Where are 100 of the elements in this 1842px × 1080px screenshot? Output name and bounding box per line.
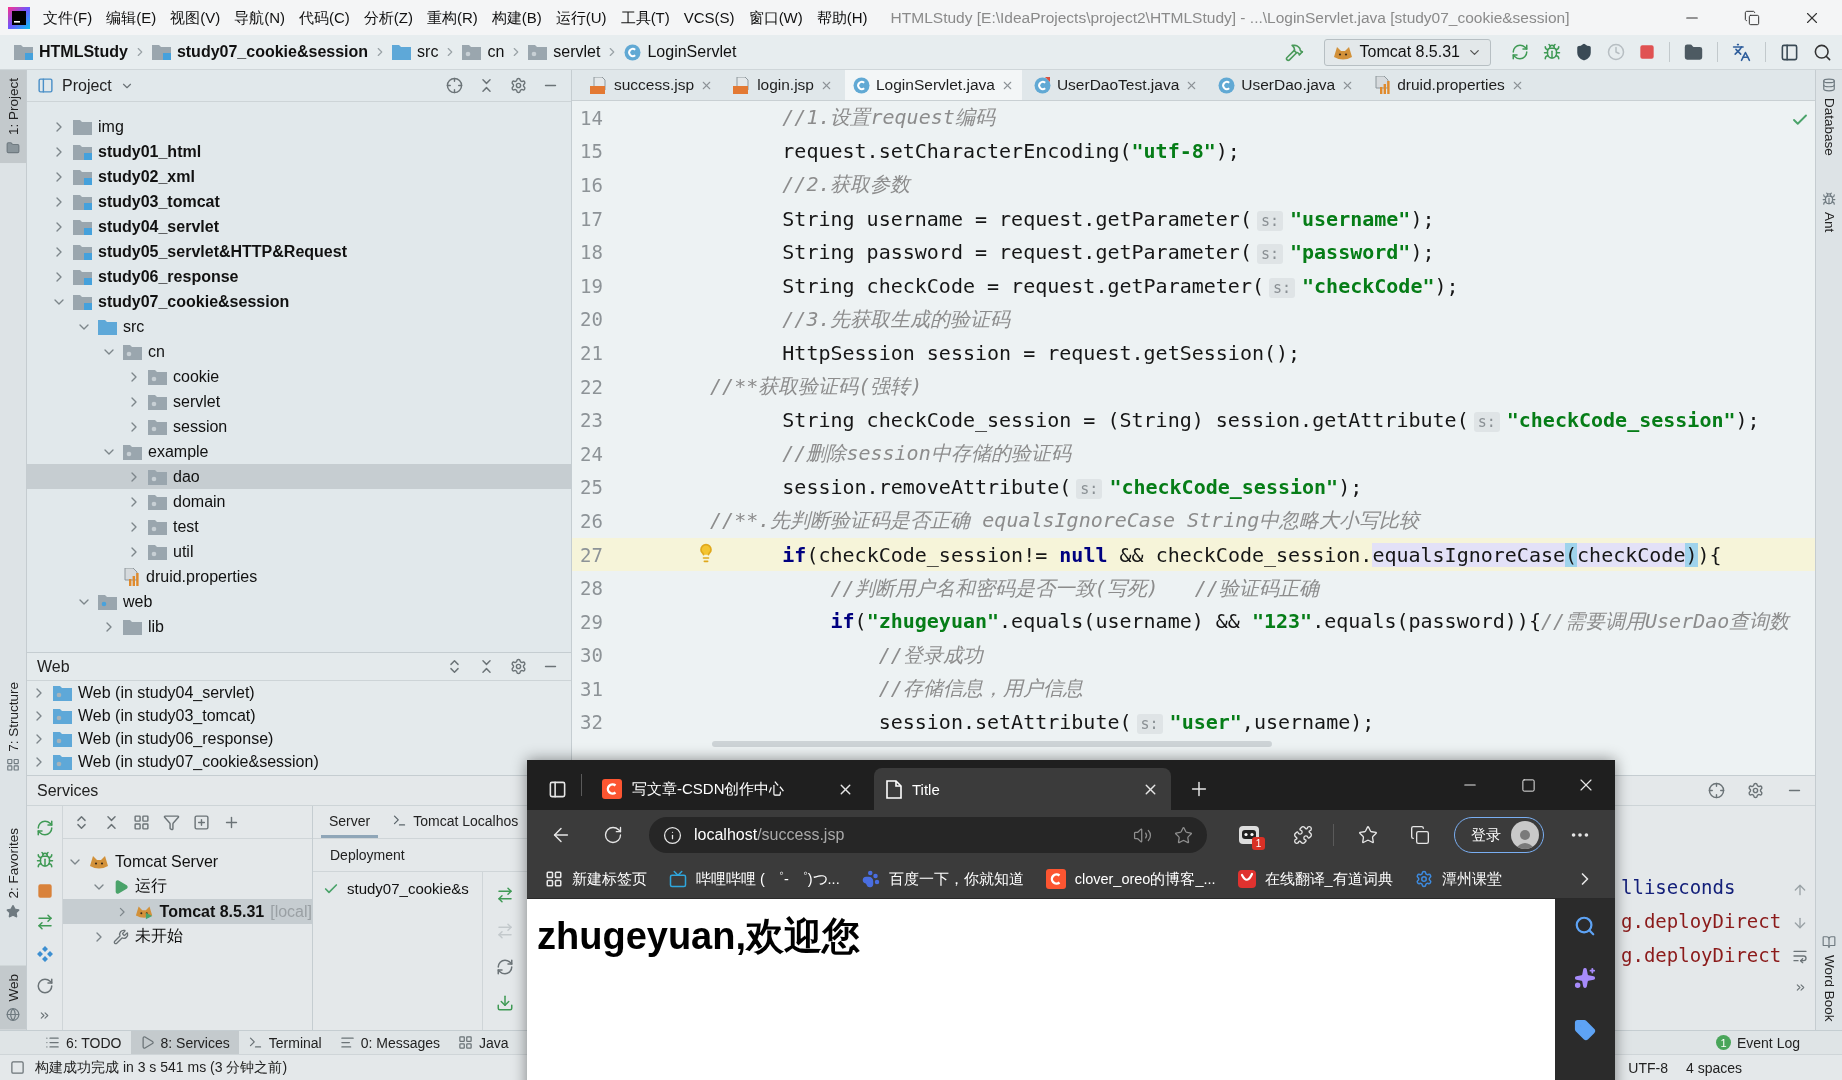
- deployment-item[interactable]: study07_cookie&s: [313, 880, 482, 897]
- menu-item[interactable]: 视图(V): [163, 0, 228, 35]
- tree-item[interactable]: Web (in study04_servlet): [31, 681, 255, 704]
- menu-item[interactable]: 文件(F): [36, 0, 100, 35]
- tree-item[interactable]: study04_servlet: [51, 214, 219, 239]
- tree-item[interactable]: web: [76, 589, 153, 614]
- tree-item[interactable]: study05_servlet&HTTP&Request: [51, 239, 347, 264]
- tree-item[interactable]: dao: [27, 464, 571, 489]
- menu-item[interactable]: 代码(C): [292, 0, 357, 35]
- bookmark-link[interactable]: 百度一下，你就知道: [861, 869, 1024, 889]
- search-icon[interactable]: [1574, 915, 1596, 937]
- tree-item[interactable]: Web (in study06_response): [31, 727, 274, 750]
- bookmark-link[interactable]: 哔哩哔哩 ( ゜- ゜)つ...: [669, 869, 840, 889]
- menu-item[interactable]: 帮助(H): [809, 0, 875, 35]
- hammer-icon[interactable]: [1284, 42, 1304, 62]
- bookmark-link[interactable]: clover_oreo的博客_...: [1045, 869, 1216, 889]
- tree-item[interactable]: study06_response: [51, 264, 239, 289]
- menu-item[interactable]: 窗口(W): [741, 0, 810, 35]
- tree-item[interactable]: session: [126, 414, 228, 439]
- tool-window-button[interactable]: 2: Favorites: [0, 819, 26, 927]
- folder-icon[interactable]: [1684, 42, 1703, 62]
- sparkle-icon[interactable]: [1574, 967, 1596, 989]
- stop-icon[interactable]: [1639, 44, 1655, 60]
- download-icon[interactable]: [496, 994, 514, 1012]
- breadcrumb-item[interactable]: LoginServlet: [624, 43, 737, 61]
- event-log-button[interactable]: 1 Event Log: [1709, 1031, 1806, 1054]
- indent-indicator[interactable]: 4 spaces: [1685, 1059, 1742, 1076]
- refresh-icon[interactable]: [35, 977, 54, 995]
- tag-icon[interactable]: [1574, 1019, 1596, 1041]
- maximize-icon[interactable]: [1520, 777, 1536, 793]
- tree-item[interactable]: cookie: [126, 364, 220, 389]
- crosshair-icon[interactable]: [1708, 782, 1725, 799]
- tree-item[interactable]: img: [51, 114, 124, 139]
- breadcrumb-item[interactable]: servlet: [528, 43, 601, 61]
- tool-window-button[interactable]: Database: [1816, 70, 1842, 164]
- tool-window-button[interactable]: Word Book: [1816, 927, 1842, 1030]
- tool-window-tab[interactable]: 0: Messages: [330, 1031, 450, 1054]
- menu-item[interactable]: 工具(T): [613, 0, 677, 35]
- breadcrumb-item[interactable]: src: [392, 43, 439, 61]
- refresh-arrow-icon[interactable]: [1511, 43, 1529, 61]
- puzzle-icon[interactable]: [1293, 825, 1313, 845]
- tree-item[interactable]: 运行: [91, 874, 167, 899]
- menu-item[interactable]: 编辑(E): [99, 0, 164, 35]
- detail-tab[interactable]: Server: [321, 806, 379, 838]
- horizontal-scrollbar[interactable]: [712, 741, 1272, 748]
- tool-window-tab[interactable]: Java: [449, 1031, 518, 1054]
- address-bar[interactable]: localhost/success.jsp: [649, 817, 1207, 853]
- tree-item[interactable]: example: [101, 439, 209, 464]
- search-icon[interactable]: [1813, 42, 1832, 62]
- tree-item[interactable]: lib: [101, 614, 164, 639]
- breadcrumb-item[interactable]: study07_cookie&session: [151, 43, 369, 61]
- tree-item[interactable]: Web (in study07_cookie&session): [31, 750, 319, 773]
- tree-item[interactable]: study02_xml: [51, 164, 195, 189]
- shield-icon[interactable]: [1575, 43, 1593, 61]
- tree-item[interactable]: study07_cookie&session: [51, 289, 290, 314]
- tool-window-tab[interactable]: 8: Services: [130, 1031, 239, 1054]
- clock-icon[interactable]: [1607, 43, 1625, 61]
- tool-window-button[interactable]: Ant: [1816, 183, 1842, 241]
- breadcrumb-item[interactable]: cn: [462, 43, 505, 61]
- menu-item[interactable]: 导航(N): [227, 0, 292, 35]
- tree-item[interactable]: study01_html: [51, 139, 202, 164]
- tool-window-button[interactable]: 7: Structure: [0, 674, 26, 780]
- tree-item[interactable]: study03_tomcat: [51, 189, 220, 214]
- stop-icon[interactable]: [36, 883, 53, 899]
- panel-icon[interactable]: [547, 779, 567, 799]
- settings-icon[interactable]: [1747, 782, 1764, 799]
- run-config-dropdown[interactable]: Tomcat 8.5.31: [1323, 38, 1491, 66]
- tree-item[interactable]: servlet: [126, 389, 221, 414]
- editor-tab[interactable]: success.jsp: [582, 70, 722, 100]
- bookmark-link[interactable]: 在线翻译_有道词典: [1237, 869, 1393, 889]
- favorites-icon[interactable]: [1358, 825, 1378, 845]
- tool-window-tab[interactable]: 6: TODO: [36, 1031, 131, 1054]
- tree-item[interactable]: domain: [126, 489, 226, 514]
- crosshair-icon[interactable]: [446, 77, 463, 94]
- tree-item[interactable]: Tomcat Server: [67, 849, 219, 874]
- editor-tab[interactable]: UserDao.java: [1210, 70, 1363, 100]
- editor-tab[interactable]: druid.properties: [1366, 70, 1532, 100]
- settings-icon[interactable]: [510, 658, 527, 675]
- bookmark-link[interactable]: 新建标签页: [545, 869, 647, 889]
- browser-tab[interactable]: 写文章-CSDN创作中心: [590, 768, 866, 810]
- double-chevron-icon[interactable]: [38, 1009, 51, 1022]
- restore-icon[interactable]: [1744, 9, 1760, 26]
- reload-icon[interactable]: [603, 825, 623, 845]
- detail-tab[interactable]: Tomcat Localhos: [384, 806, 527, 838]
- diamond-grid-icon[interactable]: [35, 945, 54, 963]
- encoding-indicator[interactable]: UTF-8: [1628, 1059, 1668, 1076]
- menu-item[interactable]: 运行(U): [548, 0, 614, 35]
- tree-item[interactable]: test: [126, 514, 199, 539]
- browser-tab[interactable]: Title: [874, 768, 1171, 810]
- grid-icon[interactable]: [133, 813, 150, 831]
- square-plus-icon[interactable]: [193, 813, 210, 831]
- tree-item[interactable]: Web (in study03_tomcat): [31, 704, 256, 727]
- settings-icon[interactable]: [510, 77, 527, 94]
- menu-item[interactable]: 构建(B): [484, 0, 549, 35]
- menu-item[interactable]: VCS(S): [676, 0, 742, 35]
- star-icon[interactable]: [1174, 825, 1193, 845]
- tree-item[interactable]: util: [126, 539, 194, 564]
- tool-window-tab[interactable]: Terminal: [238, 1031, 331, 1054]
- panel-icon[interactable]: [1780, 42, 1799, 62]
- refresh-arrow-icon[interactable]: [35, 819, 54, 837]
